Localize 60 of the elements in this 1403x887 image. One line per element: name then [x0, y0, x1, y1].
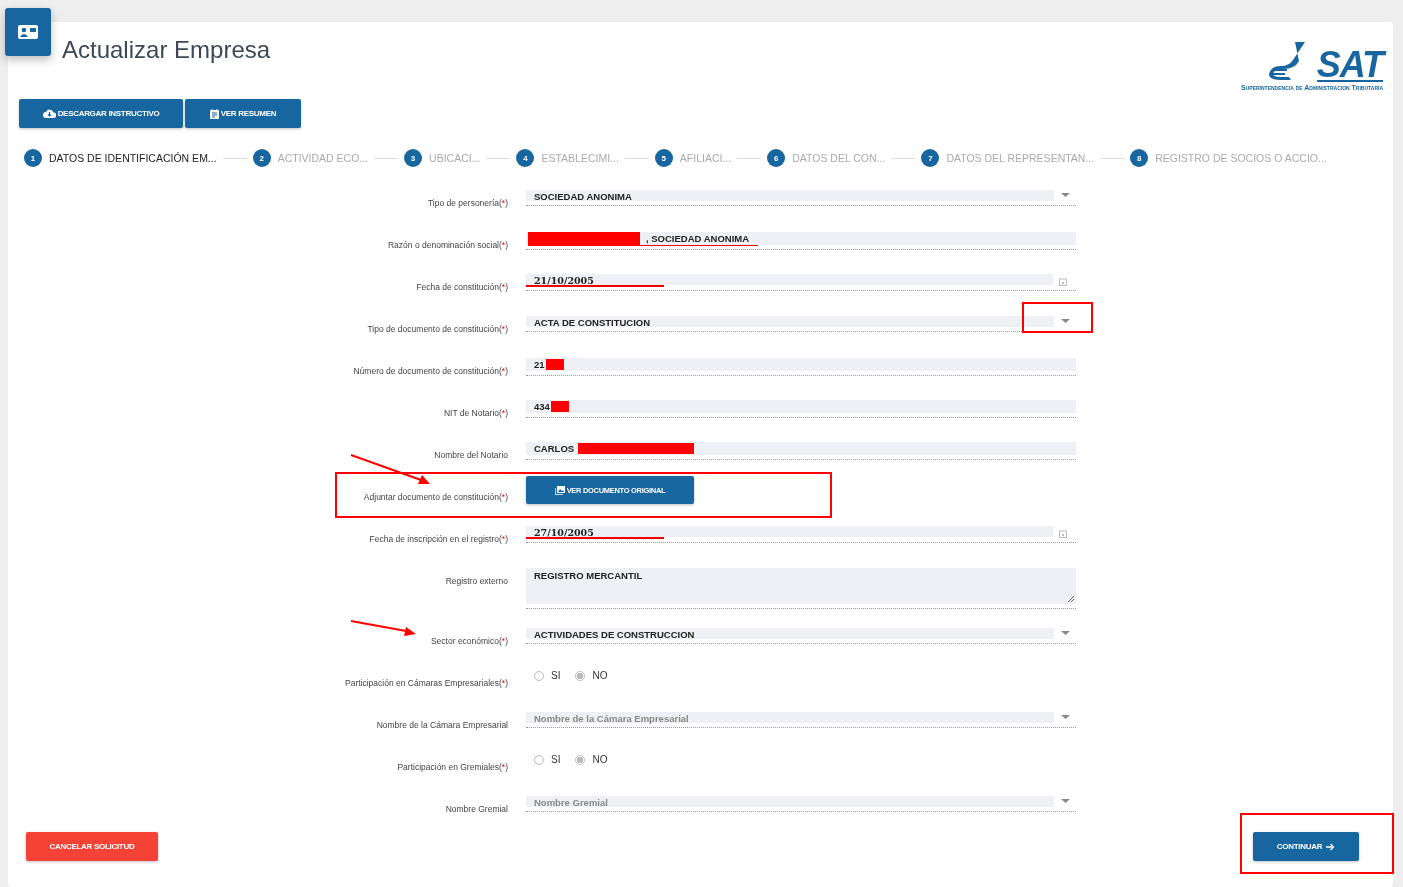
cloud-download-icon [42, 109, 56, 118]
caret-icon [1060, 799, 1070, 804]
page-title: Actualizar Empresa [62, 36, 271, 65]
field-label: Tipo de documento de constitución(*) [367, 324, 508, 334]
field-label: Nombre de la Cámara Empresarial [376, 720, 508, 730]
field-label: Tipo de personería(*) [427, 198, 508, 208]
arrow-right-icon [1326, 842, 1336, 851]
summary-button[interactable]: VER RESUMEN [185, 99, 301, 128]
radio-button[interactable] [534, 670, 544, 681]
continue-button[interactable]: CONTINUAR [1253, 832, 1359, 861]
calendar-icon[interactable] [1059, 530, 1067, 538]
field-label: Adjuntar documento de constitución(*) [363, 492, 508, 502]
caret-icon [1060, 631, 1070, 636]
calendar-icon [209, 108, 219, 119]
date-field[interactable]: 21/10/2005 [526, 274, 1053, 285]
radio-button[interactable] [575, 754, 586, 765]
caret-icon [1060, 715, 1070, 720]
download-button[interactable]: DESCARGAR INSTRUCTIVO [19, 99, 183, 128]
text-field[interactable]: , SOCIEDAD ANONIMA [526, 232, 1076, 245]
field-label: Sector económico(*) [430, 636, 508, 646]
radio-label: NO [592, 754, 608, 765]
stepper-step[interactable]: 5 AFILIACI... [654, 149, 732, 167]
select-field[interactable]: ACTIVIDADES DE CONSTRUCCION [526, 628, 1054, 639]
stepper-step[interactable]: 4 ESTABLECIMI... [516, 149, 619, 167]
stepper-step[interactable]: 1 DATOS DE IDENTIFICACIÓN EM... [24, 149, 217, 167]
radio-label: NO [592, 670, 608, 681]
cancel-button[interactable]: CANCELAR SOLICITUD [26, 832, 158, 861]
stepper-step[interactable]: 6 DATOS DEL CON... [767, 149, 886, 167]
select-field[interactable]: Nombre Gremial [526, 796, 1054, 807]
stepper-step[interactable]: 7 DATOS DEL REPRESENTAN... [921, 149, 1095, 167]
radio-label: SI [551, 754, 561, 765]
field-label: Participación en Gremiales(*) [397, 762, 508, 772]
radio-label: SI [551, 670, 561, 681]
field-label: Registro externo [445, 576, 508, 586]
resize-grip-icon[interactable] [1067, 595, 1074, 602]
text-field[interactable]: 21 [526, 358, 1076, 371]
select-field[interactable]: Nombre de la Cámara Empresarial [526, 712, 1054, 723]
field-label: NIT de Notario(*) [443, 408, 508, 418]
select-field[interactable]: SOCIEDAD ANONIMA [526, 190, 1054, 201]
caret-icon [1060, 193, 1070, 198]
field-label: Nombre del Notario [434, 450, 508, 460]
stepper-step[interactable]: 3 UBICACI... [404, 149, 481, 167]
field-label: Participación en Cámaras Empresariales(*) [345, 678, 508, 688]
stepper-step[interactable]: 2 ACTIVIDAD ECO... [252, 149, 369, 167]
calendar-icon[interactable] [1059, 278, 1067, 286]
gallery-icon [554, 485, 565, 495]
field-label: Razón o denominación social(*) [387, 240, 508, 250]
radio-button[interactable] [534, 754, 544, 765]
select-field[interactable]: ACTA DE CONSTITUCION [526, 316, 1054, 327]
field-label: Fecha de inscripción en el registro(*) [369, 534, 508, 544]
text-field[interactable]: CARLOS [526, 442, 1076, 455]
stepper-step[interactable]: 8 REGISTRO DE SOCIOS O ACCIO... [1130, 149, 1327, 167]
caret-icon [1060, 319, 1070, 324]
field-label: Número de documento de constitución(*) [353, 366, 508, 376]
text-area[interactable]: REGISTRO MERCANTIL [526, 568, 1076, 604]
date-field[interactable]: 27/10/2005 [526, 526, 1053, 537]
radio-button[interactable] [575, 670, 586, 681]
field-label: Fecha de constitución(*) [416, 282, 508, 292]
field-label: Nombre Gremial [445, 804, 508, 814]
text-field[interactable]: 434 [526, 400, 1076, 413]
